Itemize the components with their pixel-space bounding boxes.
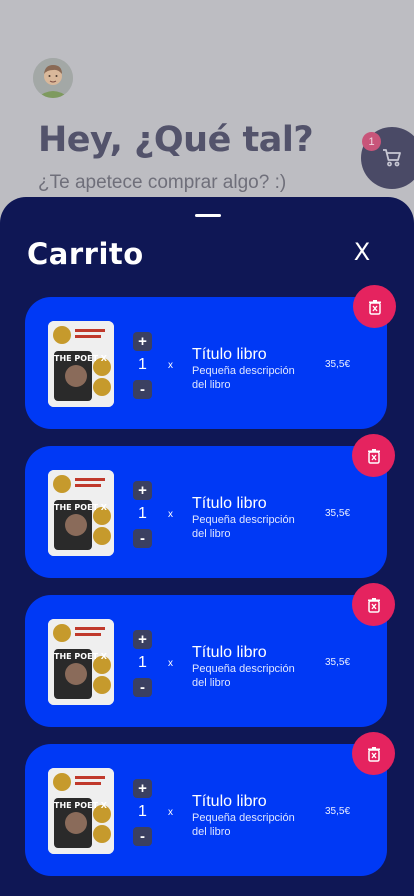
cover-title-text: THE POET X [54,503,108,512]
book-cover-icon: THE POET X [48,768,114,854]
book-cover-image: THE POET X [48,321,114,407]
sheet-drag-handle[interactable] [195,214,221,217]
item-price: 35,5€ [325,806,351,817]
book-cover-icon: THE POET X [48,321,114,407]
cover-title-text: THE POET X [54,652,108,661]
quantity-value: 1 [138,356,147,373]
book-cover-image: THE POET X [48,619,114,705]
cover-title-text: THE POET X [54,354,108,363]
multiplier-sign: x [168,360,173,371]
decrease-quantity-button[interactable]: - [133,529,152,548]
greeting-subtitle: ¿Te apetece comprar algo? :) [38,172,287,193]
cart-sheet: Carrito X THE POET X + 1 - x Título libr… [0,197,414,896]
increase-quantity-button[interactable]: + [133,481,152,500]
book-cover-icon: THE POET X [48,470,114,556]
avatar-icon [33,58,73,98]
decrease-quantity-button[interactable]: - [133,678,152,697]
cart-item: THE POET X + 1 - x Título libro Pequeña … [25,446,387,578]
shopping-cart-icon [383,149,401,167]
trash-icon [367,448,380,464]
item-description: Pequeña descripción del libro [192,365,295,391]
increase-quantity-button[interactable]: + [133,630,152,649]
decrease-quantity-button[interactable]: - [133,827,152,846]
multiplier-sign: x [168,509,173,520]
trash-icon [368,299,381,315]
cart-item: THE POET X + 1 - x Título libro Pequeña … [25,297,387,429]
item-price: 35,5€ [325,657,351,668]
user-avatar[interactable] [33,58,73,98]
item-title: Título libro [192,346,267,363]
item-title: Título libro [192,793,267,810]
cart-item: THE POET X + 1 - x Título libro Pequeña … [25,595,387,727]
book-cover-image: THE POET X [48,470,114,556]
item-title: Título libro [192,495,267,512]
quantity-value: 1 [138,505,147,522]
item-title: Título libro [192,644,267,661]
delete-item-button[interactable] [352,434,395,477]
delete-item-button[interactable] [352,732,395,775]
cart-title: Carrito [27,237,144,271]
cart-count-badge: 1 [362,132,381,151]
quantity-value: 1 [138,654,147,671]
item-price: 35,5€ [325,359,351,370]
multiplier-sign: x [168,807,173,818]
increase-quantity-button[interactable]: + [133,779,152,798]
trash-icon [367,597,380,613]
cart-item: THE POET X + 1 - x Título libro Pequeña … [25,744,387,876]
book-cover-icon: THE POET X [48,619,114,705]
multiplier-sign: x [168,658,173,669]
greeting-title: Hey, ¿Qué tal? [38,120,314,160]
item-description: Pequeña descripción del libro [192,663,295,689]
close-button[interactable]: X [351,238,373,266]
item-description: Pequeña descripción del libro [192,514,295,540]
cover-title-text: THE POET X [54,801,108,810]
book-cover-image: THE POET X [48,768,114,854]
delete-item-button[interactable] [352,583,395,626]
item-description: Pequeña descripción del libro [192,812,295,838]
quantity-value: 1 [138,803,147,820]
increase-quantity-button[interactable]: + [133,332,152,351]
trash-icon [367,746,380,762]
item-price: 35,5€ [325,508,351,519]
delete-item-button[interactable] [353,285,396,328]
decrease-quantity-button[interactable]: - [133,380,152,399]
